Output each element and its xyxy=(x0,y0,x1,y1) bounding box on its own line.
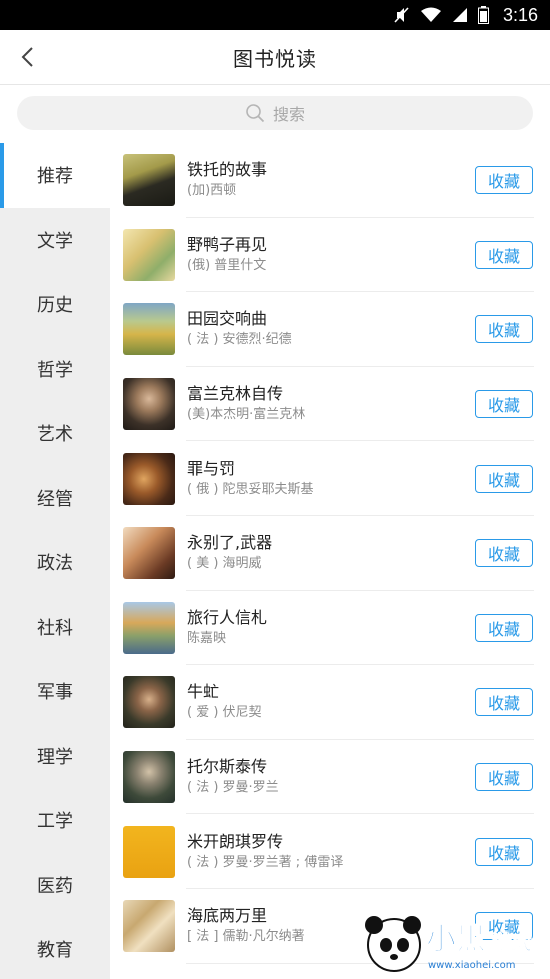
favorite-button[interactable]: 收藏 xyxy=(475,763,533,792)
category-item[interactable]: 历史 xyxy=(0,272,110,337)
search-bar: 搜索 xyxy=(0,85,550,143)
book-title[interactable]: 海底两万里 xyxy=(187,905,475,927)
book-title[interactable]: 田园交响曲 xyxy=(187,308,475,330)
book-author: (美)本杰明·富兰克林 xyxy=(187,407,306,423)
book-author: (加)西顿 xyxy=(187,183,237,199)
book-row[interactable]: 牛虻 ( 爱 ) 伏尼契 收藏 xyxy=(110,665,550,740)
favorite-button[interactable]: 收藏 xyxy=(475,464,533,493)
search-placeholder: 搜索 xyxy=(272,105,305,124)
category-item[interactable]: 医药 xyxy=(0,853,110,918)
book-title[interactable]: 托尔斯泰传 xyxy=(187,756,475,778)
back-button[interactable] xyxy=(14,44,40,70)
category-label: 工学 xyxy=(37,811,73,833)
category-label: 艺术 xyxy=(37,424,73,446)
book-author: ( 法 ) 罗曼·罗兰 xyxy=(187,780,279,796)
favorite-button[interactable]: 收藏 xyxy=(475,315,533,344)
book-title[interactable]: 永别了,武器 xyxy=(187,532,475,554)
book-author: ( 美 ) 海明威 xyxy=(187,556,262,572)
book-row[interactable]: 富兰克林自传 (美)本杰明·富兰克林 收藏 xyxy=(110,367,550,442)
favorite-button[interactable]: 收藏 xyxy=(475,688,533,717)
book-author: 陈嘉映 xyxy=(187,630,227,646)
chevron-left-icon xyxy=(21,47,33,67)
page-title: 图书悦读 xyxy=(233,46,317,71)
book-cover[interactable] xyxy=(123,452,175,505)
category-label: 教育 xyxy=(37,940,73,962)
book-row[interactable]: 旅行人信札 陈嘉映 收藏 xyxy=(110,591,550,666)
book-row[interactable]: 铁托的故事 (加)西顿 收藏 xyxy=(110,143,550,218)
book-cover[interactable] xyxy=(123,900,175,953)
book-row[interactable]: 野鸭子再见 (俄) 普里什文 收藏 xyxy=(110,218,550,293)
book-cover[interactable] xyxy=(123,527,175,580)
search-input[interactable]: 搜索 xyxy=(17,96,533,130)
favorite-button[interactable]: 收藏 xyxy=(475,912,533,941)
book-title[interactable]: 铁托的故事 xyxy=(187,159,475,181)
category-item[interactable]: 艺术 xyxy=(0,401,110,466)
status-bar: 3:16 xyxy=(0,0,550,30)
category-label: 文学 xyxy=(37,230,73,252)
book-title[interactable]: 罪与罚 xyxy=(187,458,475,480)
battery-icon xyxy=(477,6,489,24)
favorite-button[interactable]: 收藏 xyxy=(475,166,533,195)
category-item[interactable]: 经管 xyxy=(0,466,110,531)
category-item[interactable]: 文学 xyxy=(0,208,110,273)
book-row[interactable]: 托尔斯泰传 ( 法 ) 罗曼·罗兰 收藏 xyxy=(110,740,550,815)
category-item[interactable]: 社科 xyxy=(0,595,110,660)
title-bar: 图书悦读 xyxy=(0,30,550,85)
category-label: 历史 xyxy=(37,295,73,317)
book-cover[interactable] xyxy=(123,378,175,431)
book-row[interactable]: 永别了,武器 ( 美 ) 海明威 收藏 xyxy=(110,516,550,591)
search-icon xyxy=(246,104,265,123)
book-cover[interactable] xyxy=(123,303,175,356)
book-row[interactable]: 罪与罚( 俄 ) 陀思妥耶夫斯基 收藏 xyxy=(110,441,550,516)
book-list: 铁托的故事 (加)西顿 收藏 野鸭子再见 (俄) 普里什文 收藏 田园交响曲 ( 法 … xyxy=(110,143,550,979)
book-title[interactable]: 富兰克林自传 xyxy=(187,383,475,405)
category-item[interactable]: 工学 xyxy=(0,788,110,853)
book-row[interactable]: 海底两万里 [ 法 ] 儒勒·凡尔纳著 收藏 xyxy=(110,889,550,964)
book-row[interactable]: 米开朗琪罗传( 法 ) 罗曼·罗兰著 ; 傅雷译 收藏 xyxy=(110,814,550,889)
book-author: ( 法 ) 安德烈·纪德 xyxy=(187,332,292,348)
book-cover[interactable] xyxy=(123,825,175,878)
book-cover[interactable] xyxy=(123,601,175,654)
favorite-button[interactable]: 收藏 xyxy=(475,240,533,269)
favorite-button[interactable]: 收藏 xyxy=(475,837,533,866)
category-label: 经管 xyxy=(37,488,73,510)
category-label: 理学 xyxy=(37,746,73,768)
category-label: 军事 xyxy=(37,682,73,704)
favorite-button[interactable]: 收藏 xyxy=(475,390,533,419)
book-title[interactable]: 牛虻 xyxy=(187,681,475,703)
category-item[interactable]: 教育 xyxy=(0,917,110,979)
category-item[interactable]: 政法 xyxy=(0,530,110,595)
book-author: ( 爱 ) 伏尼契 xyxy=(187,705,262,721)
book-title[interactable]: 旅行人信札 xyxy=(187,607,475,629)
book-title[interactable]: 野鸭子再见 xyxy=(187,234,475,256)
book-cover[interactable] xyxy=(123,676,175,729)
signal-icon xyxy=(452,7,468,23)
category-label: 哲学 xyxy=(37,359,73,381)
category-sidebar: 推荐 文学 历史 哲学 艺术 经管 政法 社科 军事 理学 工学 医药 教育 xyxy=(0,143,110,979)
book-author: (俄) 普里什文 xyxy=(187,257,267,273)
book-cover[interactable] xyxy=(123,154,175,207)
book-author: ( 俄 ) 陀思妥耶夫斯基 xyxy=(187,481,314,497)
category-item[interactable]: 军事 xyxy=(0,659,110,724)
category-item[interactable]: 推荐 xyxy=(0,143,110,208)
favorite-button[interactable]: 收藏 xyxy=(475,613,533,642)
book-row[interactable]: 田园交响曲 ( 法 ) 安德烈·纪德 收藏 xyxy=(110,292,550,367)
category-label: 社科 xyxy=(37,617,73,639)
category-item[interactable]: 理学 xyxy=(0,724,110,789)
category-label: 政法 xyxy=(37,553,73,575)
book-author: [ 法 ] 儒勒·凡尔纳著 xyxy=(187,929,305,945)
favorite-button[interactable]: 收藏 xyxy=(475,539,533,568)
book-cover[interactable] xyxy=(123,228,175,281)
category-label: 医药 xyxy=(37,875,73,897)
wifi-icon xyxy=(420,7,442,23)
status-time: 3:16 xyxy=(502,4,538,25)
book-author: ( 法 ) 罗曼·罗兰著 ; 傅雷译 xyxy=(187,854,344,870)
category-item[interactable]: 哲学 xyxy=(0,337,110,402)
book-title[interactable]: 米开朗琪罗传 xyxy=(187,831,475,853)
category-label: 推荐 xyxy=(37,166,73,188)
book-cover[interactable] xyxy=(123,751,175,804)
main-content: 推荐 文学 历史 哲学 艺术 经管 政法 社科 军事 理学 工学 医药 教育 铁… xyxy=(0,143,550,979)
mute-icon xyxy=(394,6,410,24)
